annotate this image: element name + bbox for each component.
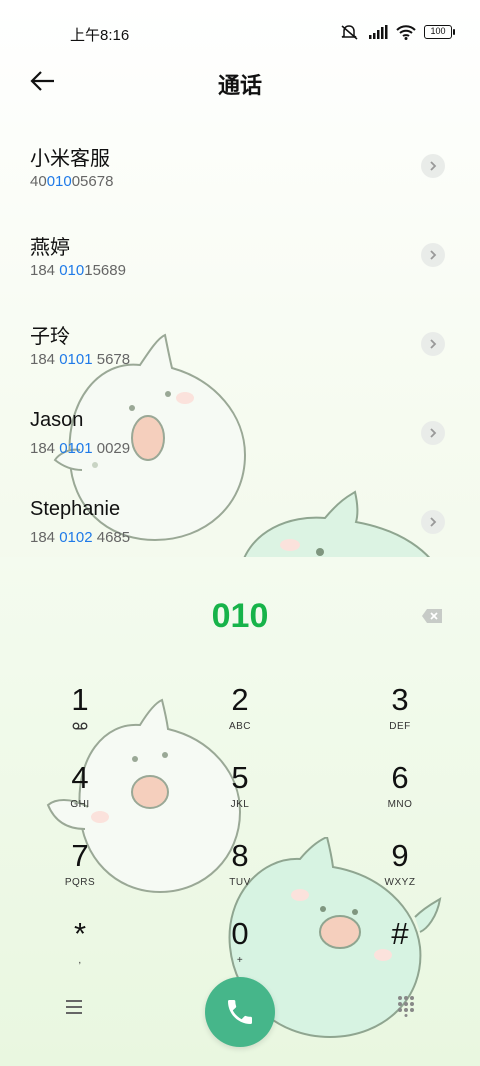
number-prefix: 184 (30, 262, 60, 279)
key-digit: 7 (71, 838, 89, 873)
number-match: 0102 (59, 529, 93, 546)
key-letters: GHI (70, 799, 90, 810)
header: 通话 (0, 56, 480, 106)
menu-icon[interactable] (64, 997, 84, 1017)
page-title: 通话 (217, 73, 262, 98)
key-letters: PQRS (64, 877, 96, 888)
contact-item[interactable]: Jason 184 0101 0029 (0, 389, 480, 478)
key-8[interactable]: 8 TUV (180, 839, 300, 909)
keypad-icon[interactable] (396, 995, 416, 1017)
number-suffix: 5678 (92, 351, 131, 368)
mute-icon (341, 25, 358, 40)
key-letters: MNO (387, 799, 413, 810)
key-digit: 8 (231, 838, 249, 873)
key-digit: 1 (71, 682, 89, 717)
wifi-icon (396, 24, 416, 40)
contact-detail-button[interactable] (421, 154, 445, 178)
contact-item[interactable]: 子玲 184 0101 5678 (0, 300, 480, 389)
number-prefix: 184 (30, 440, 60, 457)
number-match: 0101 (59, 440, 93, 457)
contact-name: 小米客服 (30, 148, 110, 170)
contact-detail-button[interactable] (421, 332, 445, 356)
key-letters: DEF (389, 721, 411, 732)
contact-list: 小米客服 4001005678 燕婷 184 01015689 子玲 184 0… (0, 122, 480, 567)
contact-name: Jason (30, 409, 84, 431)
chevron-right-icon (430, 161, 437, 171)
chevron-right-icon (430, 517, 437, 527)
key-digit: 4 (71, 760, 89, 795)
key-3[interactable]: 3 DEF (340, 683, 460, 753)
key-digit: 9 (391, 838, 409, 873)
number-match: 010 (59, 262, 85, 279)
chevron-right-icon (430, 339, 437, 349)
key-6[interactable]: 6 MNO (340, 761, 460, 831)
contact-number: 184 0101 0029 (30, 440, 130, 457)
key-letters: TUV (229, 877, 251, 888)
number-match: 010 (46, 173, 72, 190)
key-1[interactable]: 1 (20, 683, 140, 753)
contact-item[interactable]: 燕婷 184 01015689 (0, 211, 480, 300)
key-letters: JKL (230, 799, 250, 810)
number-suffix: 4685 (92, 529, 131, 546)
number-prefix: 40 (30, 173, 47, 190)
number-suffix: 15689 (84, 262, 126, 279)
key-9[interactable]: 9 WXYZ (340, 839, 460, 909)
dialer-panel: 010 1 2 ABC 3 DEF 4 GHI 5 JKL 6 MNO 7 PQ… (0, 557, 480, 1066)
dialed-number: 010 (211, 597, 269, 635)
key-digit: 3 (391, 682, 409, 717)
signal-icon (369, 25, 388, 39)
chevron-right-icon (430, 250, 437, 260)
number-prefix: 184 (30, 529, 60, 546)
contact-item[interactable]: 小米客服 4001005678 (0, 122, 480, 211)
contact-number: 184 01015689 (30, 262, 126, 279)
number-prefix: 184 (30, 351, 60, 368)
call-button[interactable] (205, 977, 275, 1047)
key-digit: 0 (231, 916, 249, 951)
key-letters: ABC (228, 721, 252, 732)
status-time: 上午8:16 (70, 27, 130, 44)
status-bar: 上午8:16 100 (0, 0, 480, 64)
key-5[interactable]: 5 JKL (180, 761, 300, 831)
status-icons: 100 (340, 24, 455, 40)
contact-detail-button[interactable] (421, 243, 445, 267)
contact-number: 4001005678 (30, 173, 113, 190)
contact-number: 184 0102 4685 (30, 529, 130, 546)
key-hash[interactable]: # (340, 917, 460, 987)
contact-number: 184 0101 5678 (30, 351, 130, 368)
voicemail-icon (72, 722, 88, 730)
contact-detail-button[interactable] (421, 421, 445, 445)
battery-icon: 100 (424, 25, 455, 39)
backspace-icon[interactable] (421, 608, 443, 624)
key-digit: 2 (231, 682, 249, 717)
contact-item[interactable]: Stephanie 184 0102 4685 (0, 478, 480, 567)
key-digit: 5 (231, 760, 249, 795)
key-4[interactable]: 4 GHI (20, 761, 140, 831)
number-suffix: 05678 (71, 173, 114, 190)
number-match: 0101 (59, 351, 93, 368)
key-star[interactable]: * , (20, 917, 140, 987)
contact-name: 燕婷 (30, 237, 70, 259)
key-7[interactable]: 7 PQRS (20, 839, 140, 909)
contact-name: Stephanie (30, 498, 121, 520)
key-letters: + (236, 955, 244, 966)
key-letters: , (78, 955, 82, 966)
key-2[interactable]: 2 ABC (180, 683, 300, 753)
number-suffix: 0029 (92, 440, 131, 457)
contact-detail-button[interactable] (421, 510, 445, 534)
key-letters: WXYZ (384, 877, 416, 888)
phone-icon (228, 1000, 252, 1024)
key-digit: # (391, 916, 409, 951)
contact-name: 子玲 (30, 326, 70, 348)
chevron-right-icon (430, 428, 437, 438)
key-digit: * (73, 916, 87, 951)
key-digit: 6 (391, 760, 409, 795)
